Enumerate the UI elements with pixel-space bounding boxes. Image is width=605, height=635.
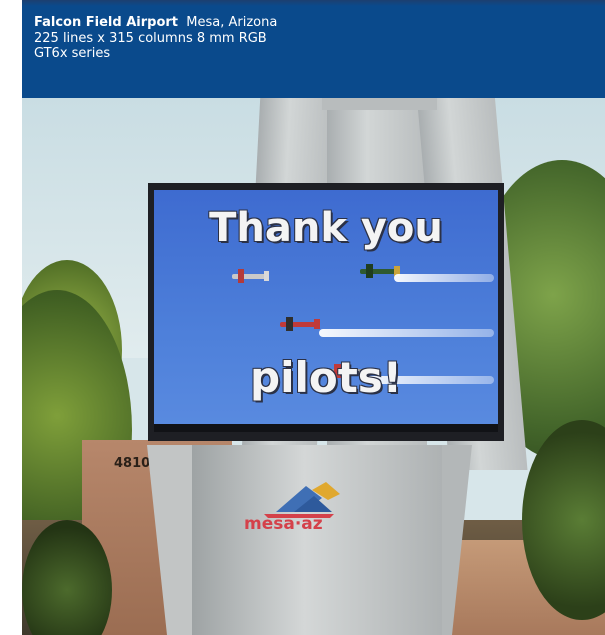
building-number: 4810 — [114, 456, 151, 471]
biplane-icon — [280, 317, 320, 331]
airport-name: Falcon Field Airport — [34, 15, 178, 30]
caption-title-line: Falcon Field Airport Mesa, Arizona — [34, 15, 277, 30]
caption-banner: Falcon Field Airport Mesa, Arizona 225 l… — [22, 0, 605, 98]
screen-headline-1: Thank you — [209, 205, 443, 251]
logo-text: mesa·az — [244, 514, 323, 534]
caption-series: GT6x series — [34, 46, 111, 61]
screen-headline-2: pilots! — [250, 353, 402, 402]
airport-location: Mesa, Arizona — [186, 15, 278, 30]
mesa-logo-mark-icon — [264, 482, 340, 518]
led-screen: Thank you pilots! — [154, 190, 498, 432]
banner-top-bar — [22, 0, 605, 6]
biplane-icon — [232, 269, 269, 283]
screen-footer-strip — [154, 424, 498, 432]
smoke-trail — [319, 329, 494, 337]
mesa-az-logo: mesa·az — [234, 478, 364, 548]
caption-spec: 225 lines x 315 columns 8 mm RGB — [34, 31, 267, 46]
smoke-trail — [394, 274, 494, 282]
photo: 4810 mesa·az Thank you pilots! Falcon Fi… — [22, 0, 605, 635]
